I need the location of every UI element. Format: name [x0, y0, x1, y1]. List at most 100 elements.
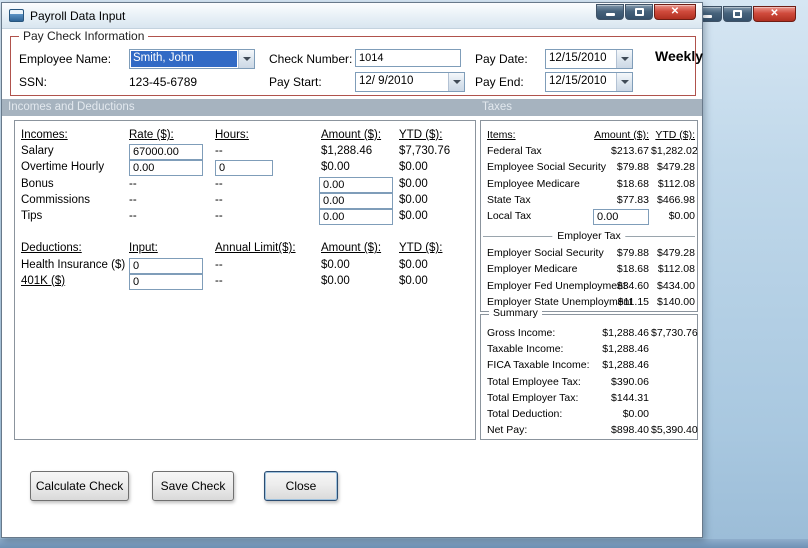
health-amount: $0.00 — [321, 258, 350, 271]
er-state-unemp-amount: $11.15 — [617, 295, 649, 308]
er-medicare-amount: $18.68 — [616, 263, 649, 276]
background-close-button[interactable]: ✕ — [753, 6, 796, 22]
summary-row-gross: Gross Income: $1,288.46 $7,730.76 — [481, 327, 698, 343]
row-label: Bonus — [21, 177, 54, 190]
row-label: Total Employer Tax: — [487, 391, 579, 404]
income-row-tips: Tips -- -- $0.00 — [15, 208, 475, 226]
pay-end-picker[interactable]: 12/15/2010 — [545, 72, 633, 92]
pay-date-picker[interactable]: 12/15/2010 — [545, 49, 633, 69]
pay-start-value: 12/ 9/2010 — [359, 75, 414, 87]
employee-name-combobox[interactable]: Smith, John — [129, 49, 255, 69]
local-tax-input[interactable] — [593, 208, 649, 225]
total-employer-tax-amount: $144.31 — [611, 391, 649, 404]
state-ytd: $466.98 — [657, 193, 695, 206]
row-label: State Tax — [487, 193, 531, 206]
incomes-deductions-panel: Incomes: Rate ($): Hours: Amount ($): YT… — [14, 120, 476, 440]
chevron-down-icon[interactable] — [238, 50, 254, 68]
maximize-button[interactable] — [625, 4, 653, 20]
er-ss-amount: $79.88 — [616, 247, 649, 260]
col-header: Amount ($): — [321, 242, 382, 255]
deductions-header-row: Deductions: Input: Annual Limit($): Amou… — [15, 242, 475, 258]
col-header: Rate ($): — [129, 129, 174, 141]
overtime-ytd: $0.00 — [399, 161, 428, 174]
401k-link-label[interactable]: 401K ($) — [21, 275, 65, 287]
tax-row-employee-medicare: Employee Medicare $18.68 $112.08 — [481, 178, 697, 194]
bonus-rate: -- — [129, 177, 137, 190]
income-row-salary: Salary -- $1,288.46 $7,730.76 — [15, 144, 475, 161]
tax-row-local: Local Tax $0.00 — [481, 208, 697, 226]
health-ytd: $0.00 — [399, 258, 428, 271]
health-insurance-input[interactable] — [129, 257, 203, 274]
check-number-input[interactable] — [355, 49, 461, 67]
minimize-button[interactable] — [596, 4, 624, 20]
overtime-hours-input[interactable] — [215, 160, 273, 177]
commissions-ytd: $0.00 — [399, 193, 428, 206]
col-header: Input: — [129, 242, 158, 255]
window-title: Payroll Data Input — [30, 8, 126, 23]
tips-ytd: $0.00 — [399, 209, 428, 222]
ssn-value: 123-45-6789 — [129, 75, 198, 89]
col-header: Amount ($): — [321, 129, 382, 141]
er-medicare-ytd: $112.08 — [657, 263, 695, 276]
row-label: Overtime Hourly — [21, 161, 105, 174]
col-header: Incomes: — [21, 129, 68, 141]
income-row-overtime: Overtime Hourly $0.00 $0.00 — [15, 160, 475, 177]
tax-row-employer-ss: Employer Social Security $79.88 $479.28 — [481, 247, 697, 263]
salary-ytd: $7,730.76 — [399, 145, 451, 158]
summary-row-total-employee-tax: Total Employee Tax: $390.06 — [481, 376, 697, 392]
maximize-icon — [634, 8, 644, 16]
er-fed-unemp-amount: $34.60 — [616, 279, 649, 292]
row-label: Commissions — [21, 193, 91, 206]
save-check-button[interactable]: Save Check — [152, 471, 234, 501]
tax-row-federal: Federal Tax $213.67 $1,282.02 — [481, 145, 698, 161]
gross-amount: $1,288.46 — [602, 327, 649, 339]
pay-end-label: Pay End: — [475, 75, 524, 89]
overtime-rate-input[interactable] — [129, 160, 203, 177]
ssn-label: SSN: — [19, 75, 48, 89]
col-header: YTD ($): — [655, 129, 695, 141]
bonus-amount-input[interactable] — [319, 176, 393, 193]
bonus-hours: -- — [215, 177, 223, 190]
close-dialog-button[interactable]: Close — [264, 471, 338, 501]
health-limit: -- — [215, 258, 223, 271]
tax-row-employer-fed-unemployment: Employer Fed Unemployment $34.60 $434.00 — [481, 280, 697, 296]
maximize-icon — [733, 10, 742, 18]
salary-rate-input[interactable] — [129, 144, 203, 161]
payroll-dialog-window: Payroll Data Input ✕ Pay Check Informati… — [1, 2, 703, 538]
pay-end-value: 12/15/2010 — [549, 75, 607, 87]
tax-row-state: State Tax $77.83 $466.98 — [481, 194, 697, 210]
summary-row-net-pay: Net Pay: $898.40 $5,390.40 — [481, 424, 698, 440]
row-label: Federal Tax — [487, 145, 542, 158]
row-label: Employer Medicare — [487, 263, 578, 276]
net-pay-ytd: $5,390.40 — [651, 424, 698, 437]
taxes-header-row: Items: Amount ($): YTD ($): — [481, 129, 697, 145]
taxes-section-header: Taxes — [482, 101, 513, 113]
row-label: Tips — [21, 209, 43, 222]
row-label: Gross Income: — [487, 327, 556, 339]
chevron-down-icon[interactable] — [448, 73, 464, 91]
pay-start-label: Pay Start: — [269, 75, 322, 89]
commissions-amount-input[interactable] — [319, 192, 393, 209]
check-number-label: Check Number: — [269, 52, 353, 66]
tips-amount-input[interactable] — [319, 208, 393, 225]
401k-input[interactable] — [129, 273, 203, 290]
paycheck-info-group: Pay Check Information Employee Name: Smi… — [10, 29, 703, 96]
background-maximize-button[interactable] — [723, 6, 752, 22]
er-fed-unemp-ytd: $434.00 — [657, 279, 695, 292]
pay-date-label: Pay Date: — [475, 52, 528, 66]
total-deduction-amount: $0.00 — [622, 407, 649, 420]
federal-ytd: $1,282.02 — [651, 145, 698, 158]
chevron-down-icon[interactable] — [616, 73, 632, 91]
close-icon: ✕ — [670, 6, 680, 17]
close-button[interactable]: ✕ — [654, 4, 696, 20]
pay-start-picker[interactable]: 12/ 9/2010 — [355, 72, 465, 92]
income-row-commissions: Commissions -- -- $0.00 — [15, 192, 475, 210]
chevron-down-icon[interactable] — [616, 50, 632, 68]
401k-limit: -- — [215, 274, 223, 287]
row-label: Total Deduction: — [487, 407, 563, 420]
paycheck-group-title: Pay Check Information — [19, 29, 149, 43]
row-label: Health Insurance ($) — [21, 258, 126, 271]
background-bottom-edge — [0, 539, 808, 548]
emp-medicare-ytd: $112.08 — [657, 177, 695, 190]
calculate-check-button[interactable]: Calculate Check — [30, 471, 129, 501]
